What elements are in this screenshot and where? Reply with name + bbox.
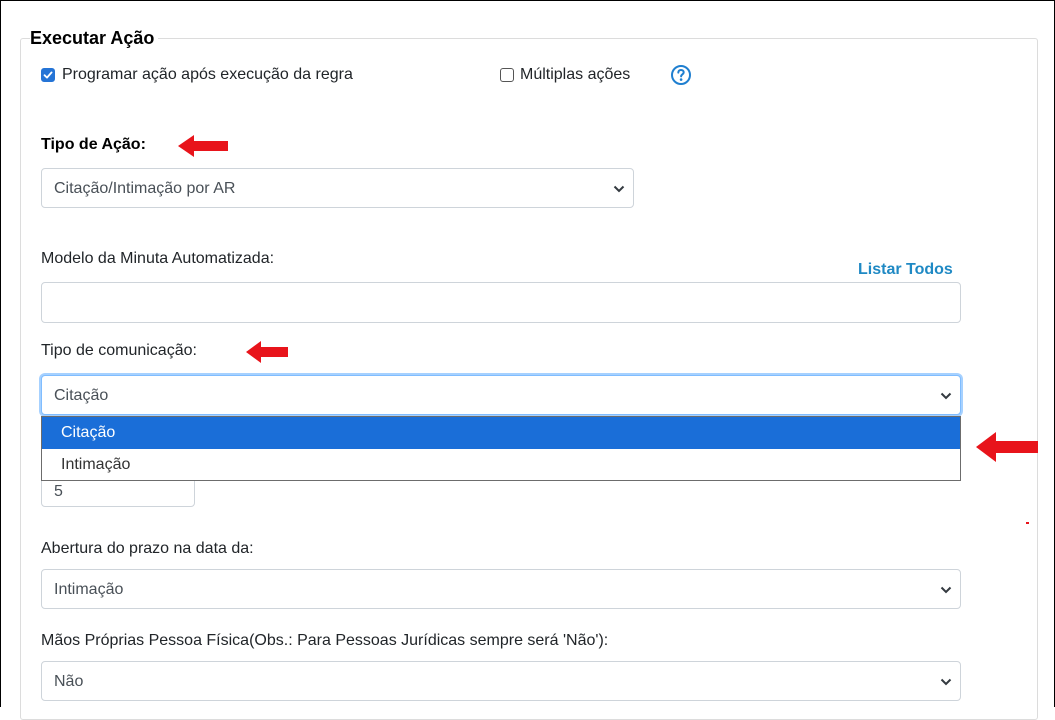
deadline-value: 5 <box>54 483 63 500</box>
red-dot <box>1026 522 1029 524</box>
communication-type-value: Citação <box>54 387 109 404</box>
chevron-down-icon <box>940 678 952 686</box>
red-arrow-icon <box>976 432 1038 462</box>
dropdown-option-citacao[interactable]: Citação <box>42 417 960 449</box>
action-type-label: Tipo de Ação: <box>41 136 146 153</box>
chevron-down-icon <box>940 392 952 400</box>
template-input[interactable] <box>41 282 961 323</box>
communication-type-label: Tipo de comunicação: <box>41 342 197 359</box>
template-label: Modelo da Minuta Automatizada: <box>41 250 275 267</box>
red-arrow-icon <box>178 135 228 157</box>
own-hands-select[interactable]: Não <box>41 661 961 701</box>
multiple-actions-checkbox[interactable] <box>500 68 514 82</box>
communication-type-select[interactable]: Citação <box>41 375 961 415</box>
action-type-select[interactable]: Citação/Intimação por AR <box>41 168 634 208</box>
multiple-actions-label[interactable]: Múltiplas ações <box>520 66 630 84</box>
help-icon[interactable] <box>670 64 692 86</box>
communication-type-dropdown[interactable]: Citação Intimação <box>41 416 961 481</box>
own-hands-value: Não <box>54 673 84 690</box>
action-type-value: Citação/Intimação por AR <box>54 180 236 197</box>
schedule-label[interactable]: Programar ação após execução da regra <box>62 66 353 84</box>
chevron-down-icon <box>940 586 952 594</box>
opening-value: Intimação <box>54 581 124 598</box>
opening-select[interactable]: Intimação <box>41 569 961 609</box>
check-icon <box>43 71 53 79</box>
chevron-down-icon <box>613 185 625 193</box>
section-legend: Executar Ação <box>30 28 159 48</box>
own-hands-label: Mãos Próprias Pessoa Física(Obs.: Para P… <box>41 632 609 649</box>
opening-label: Abertura do prazo na data da: <box>41 540 254 557</box>
schedule-checkbox[interactable] <box>41 68 55 82</box>
list-all-link[interactable]: Listar Todos <box>858 261 953 279</box>
dropdown-option-intimacao[interactable]: Intimação <box>42 449 960 481</box>
red-arrow-icon <box>246 341 288 363</box>
